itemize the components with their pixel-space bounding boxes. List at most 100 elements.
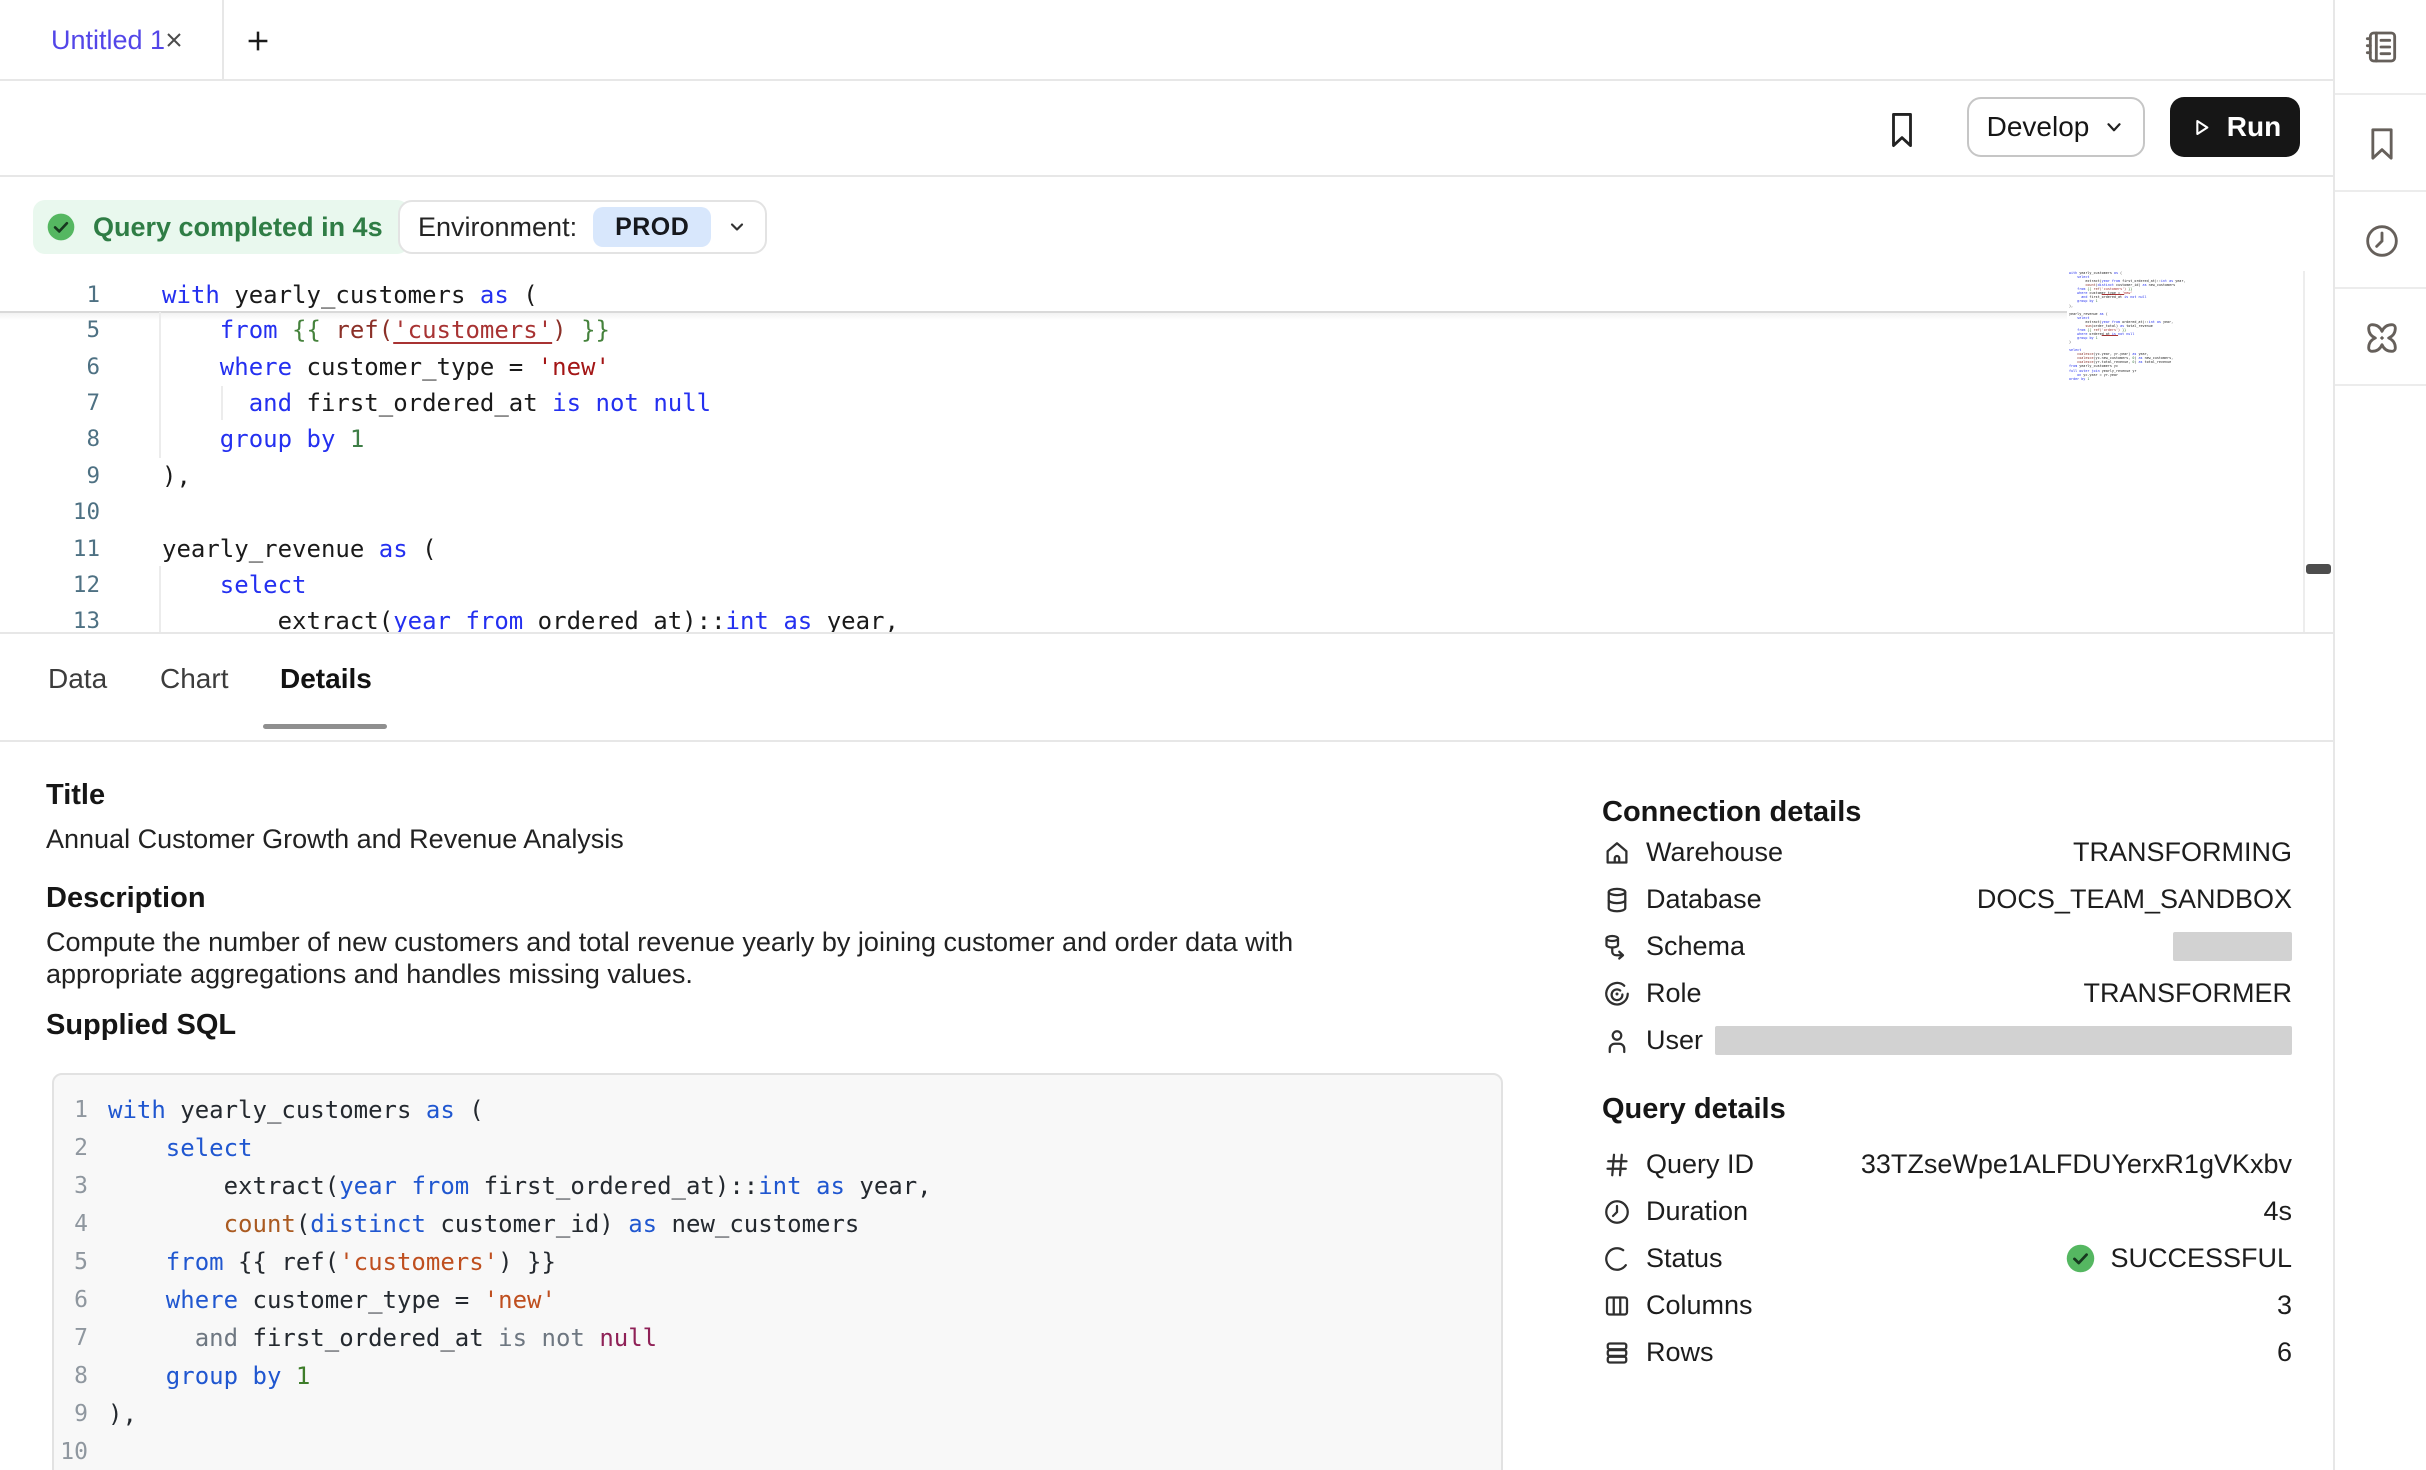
bookmark-icon[interactable]: [1882, 108, 1922, 152]
detail-label: Schema: [1646, 931, 1745, 962]
line-number: 6: [0, 354, 100, 380]
environment-label: Environment:: [418, 212, 577, 243]
detail-label: User: [1646, 1025, 1703, 1056]
line-number: 2: [54, 1135, 88, 1161]
code-line: 5 from {{ ref('customers') }}: [0, 312, 2303, 348]
line-number: 8: [0, 426, 100, 452]
code-line: 10: [0, 494, 2303, 530]
detail-row-user: User: [1602, 1017, 2292, 1064]
sidebar-separator: [2335, 287, 2426, 289]
detail-row-duration: Duration4s: [1602, 1188, 2292, 1235]
editor-sticky-line: 1with yearly_customers as (: [0, 277, 2303, 313]
code-line: 10: [54, 1433, 1501, 1470]
line-number: 12: [0, 572, 100, 598]
tab-divider: [222, 0, 224, 80]
code-line: 9),: [54, 1395, 1501, 1433]
hash-icon: [1602, 1150, 1632, 1180]
editor-scrollbar-track[interactable]: [2303, 271, 2333, 633]
check-circle-icon: [45, 211, 77, 243]
sidebar-separator: [2335, 384, 2426, 386]
line-number: 7: [54, 1325, 88, 1351]
detail-row-warehouse: Warehouse TRANSFORMING: [1602, 829, 2292, 876]
indent-guide: [159, 312, 161, 458]
line-number: 9: [54, 1401, 88, 1427]
supplied-sql-heading: Supplied SQL: [46, 1009, 236, 1042]
code-line: 5 from {{ ref('customers') }}: [54, 1243, 1501, 1281]
app-window: Untitled 1 Develop Run: [0, 0, 2426, 1470]
indent-guide: [159, 566, 161, 633]
code-line: 2 select: [54, 1129, 1501, 1167]
active-tab-underline: [263, 724, 387, 729]
tab-chart[interactable]: Chart: [160, 663, 228, 695]
toolbar-border: [0, 175, 2333, 177]
environment-value-chip: PROD: [593, 207, 711, 247]
line-number: 3: [54, 1173, 88, 1199]
line-number: 1: [0, 282, 100, 308]
tab-details[interactable]: Details: [280, 663, 372, 695]
editor-bottom-border: [0, 632, 2333, 634]
sidebar-history-icon[interactable]: [2335, 194, 2426, 287]
sidebar-separator: [2335, 190, 2426, 192]
detail-label: Warehouse: [1646, 837, 1783, 868]
title-heading: Title: [46, 779, 105, 812]
file-tab[interactable]: Untitled 1: [0, 0, 222, 80]
sidebar-dbt-icon[interactable]: [2335, 291, 2426, 384]
code-line: 13 extract(year from ordered_at)::int as…: [0, 603, 2303, 633]
connection-details-heading: Connection details: [1602, 796, 1861, 829]
results-tabbar-border: [0, 740, 2333, 742]
sidebar-bookmark-icon[interactable]: [2335, 97, 2426, 190]
detail-value: TRANSFORMING: [2073, 837, 2292, 868]
editor-lines: 5 from {{ ref('customers') }}6 where cus…: [0, 312, 2303, 633]
schema-icon: [1602, 932, 1632, 962]
code-line: 8 group by 1: [0, 421, 2303, 457]
description-text: Compute the number of new customers and …: [46, 927, 1436, 990]
detail-label: Database: [1646, 884, 1762, 915]
tabbar-border: [0, 79, 2333, 81]
indent-guide: [221, 386, 223, 420]
develop-button-label: Develop: [1987, 111, 2090, 143]
file-tab-title[interactable]: Untitled 1: [51, 25, 165, 56]
detail-label: Columns: [1646, 1290, 1753, 1321]
run-button[interactable]: Run: [2170, 97, 2300, 157]
query-status-text: Query completed in 4s: [93, 212, 383, 243]
sidebar-separator: [2335, 93, 2426, 95]
detail-value: 33TZseWpe1ALFDUYerxR1gVKxbv: [1861, 1149, 2292, 1180]
editor-scrollbar-thumb[interactable]: [2306, 564, 2331, 574]
line-number: 6: [54, 1287, 88, 1313]
line-number: 7: [0, 390, 100, 416]
chevron-down-icon: [2103, 116, 2125, 138]
tab-data[interactable]: Data: [48, 663, 107, 695]
role-icon: [1602, 979, 1632, 1009]
develop-button[interactable]: Develop: [1967, 97, 2145, 157]
editor-minimap[interactable]: with yearly_customers as ( select extrac…: [2069, 271, 2187, 383]
code-line: 7 and first_ordered_at is not null: [54, 1319, 1501, 1357]
close-icon[interactable]: [160, 26, 188, 54]
line-number: 11: [0, 536, 100, 562]
code-editor[interactable]: 1with yearly_customers as ( 5 from {{ re…: [0, 250, 2303, 633]
detail-value: DOCS_TEAM_SANDBOX: [1977, 884, 2292, 915]
line-number: 8: [54, 1363, 88, 1389]
query-status-pill: Query completed in 4s: [33, 200, 409, 254]
supplied-sql-block: 1with yearly_customers as (2 select3 ext…: [52, 1073, 1503, 1470]
spinner-icon: [1602, 1244, 1632, 1274]
database-icon: [1602, 885, 1632, 915]
detail-row-schema: Schema: [1602, 923, 2292, 970]
file-tab-bar: Untitled 1: [0, 0, 2333, 80]
detail-value: 6: [2277, 1337, 2292, 1368]
description-heading: Description: [46, 882, 206, 915]
play-icon: [2189, 115, 2214, 140]
code-line: 3 extract(year from first_ordered_at)::i…: [54, 1167, 1501, 1205]
minimap-line: order by 1: [2069, 377, 2187, 381]
sidebar-notebook-icon[interactable]: [2335, 0, 2426, 93]
code-line: 4 count(distinct customer_id) as new_cus…: [54, 1205, 1501, 1243]
detail-value: 3: [2277, 1290, 2292, 1321]
detail-label: Status: [1646, 1243, 1723, 1274]
code-line: 9),: [0, 458, 2303, 494]
line-number: 1: [54, 1097, 88, 1123]
new-tab-plus-icon[interactable]: [242, 26, 274, 56]
detail-row-columns: Columns 3: [1602, 1282, 2292, 1329]
detail-label: Role: [1646, 978, 1702, 1009]
line-number: 10: [0, 499, 100, 525]
environment-selector[interactable]: Environment: PROD: [398, 200, 767, 254]
detail-row-status: StatusSUCCESSFUL: [1602, 1235, 2292, 1282]
